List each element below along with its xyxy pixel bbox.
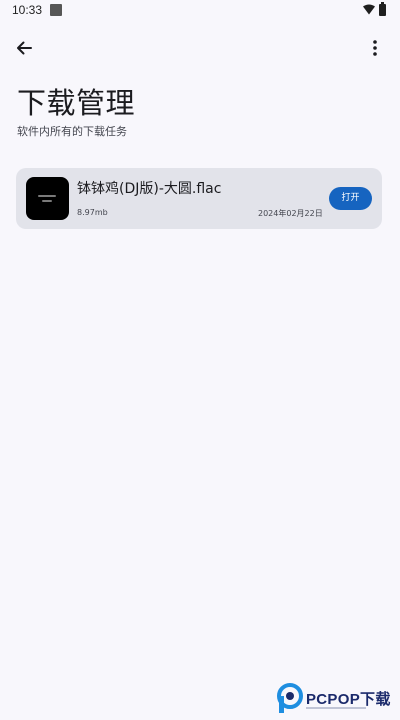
top-app-bar	[0, 26, 400, 70]
open-button[interactable]: 打开	[329, 187, 372, 210]
watermark: PCPOP下载	[276, 681, 400, 717]
back-arrow-icon[interactable]	[8, 32, 40, 64]
more-vertical-icon[interactable]	[360, 32, 390, 64]
watermark-underline	[306, 707, 366, 709]
file-name: 钵钵鸡(DJ版)-大圆.flac	[77, 181, 222, 197]
status-time: 10:33	[12, 3, 43, 17]
file-size: 8.97mb	[77, 208, 108, 217]
notification-square-icon	[50, 4, 62, 16]
page-title: 下载管理	[17, 86, 136, 120]
download-item[interactable]: 钵钵鸡(DJ版)-大圆.flac 8.97mb 2024年02月22日 打开	[16, 168, 382, 229]
pcpop-logo-icon	[277, 683, 303, 713]
thumbnail-text-mark	[38, 195, 56, 197]
download-manager-screen: 10:33 下载管理 软件内所有的下载任务 钵钵鸡(DJ版)-大圆.flac 8…	[0, 0, 400, 720]
file-date: 2024年02月22日	[258, 209, 323, 218]
status-bar: 10:33	[0, 0, 400, 22]
battery-icon	[379, 2, 386, 16]
wifi-icon	[363, 4, 375, 15]
album-art-thumbnail	[26, 177, 69, 220]
watermark-text: PCPOP下载	[306, 691, 391, 708]
thumbnail-text-mark	[42, 200, 52, 202]
page-subtitle: 软件内所有的下载任务	[17, 125, 127, 138]
